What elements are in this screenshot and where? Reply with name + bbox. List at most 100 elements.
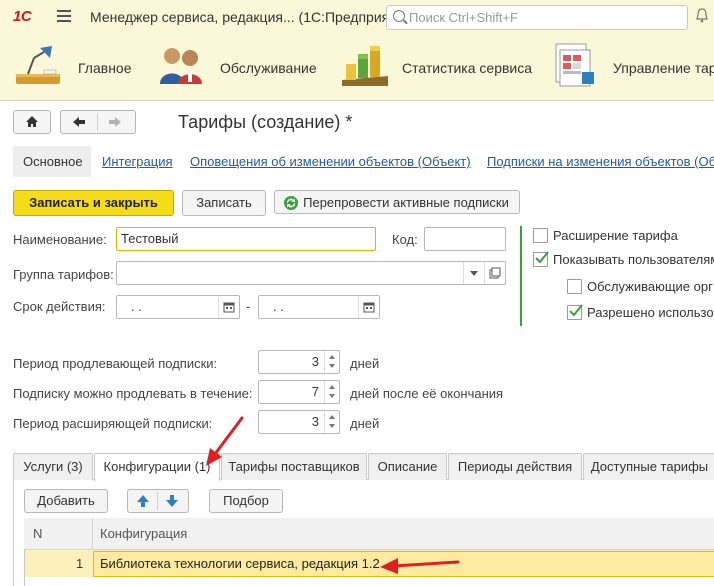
save-button[interactable]: Записать — [182, 190, 266, 216]
divider — [157, 492, 158, 510]
bell-icon[interactable] — [695, 8, 709, 23]
period-expand-label: Период расширяющей подписки: — [13, 416, 213, 431]
home-button[interactable] — [13, 110, 51, 134]
desk-lamp-icon — [16, 46, 60, 84]
move-buttons — [127, 489, 189, 513]
repost-label: Перепровести активные подписки — [303, 195, 509, 210]
1c-logo: 1С — [13, 8, 32, 25]
annotation-arrow-icon — [206, 416, 244, 466]
section-service[interactable]: Обслуживание — [156, 42, 326, 92]
dropdown-button[interactable] — [463, 262, 484, 284]
save-and-close-button[interactable]: Записать и закрыть — [13, 190, 174, 216]
annotation-arrow-icon — [380, 558, 460, 574]
column-config-label[interactable]: Конфигурация — [100, 526, 187, 541]
date-separator: - — [246, 299, 251, 314]
period-expand-spinner[interactable] — [324, 411, 339, 433]
name-value: Тестовый — [121, 231, 179, 246]
date-to-calendar-button[interactable] — [358, 296, 379, 318]
group-separator — [520, 226, 522, 326]
tab-description[interactable]: Описание — [368, 453, 447, 480]
renew-window-field[interactable]: 7 — [258, 380, 340, 404]
show-to-users-checkbox[interactable] — [533, 251, 549, 267]
tab-services[interactable]: Услуги (3) — [13, 453, 93, 480]
show-to-users-label: Показывать пользователям — [553, 252, 714, 267]
section-main[interactable]: Главное — [14, 42, 174, 92]
renew-window-unit: дней после её окончания — [350, 386, 504, 401]
section-main-label: Главное — [78, 60, 132, 76]
date-from-value: . . — [131, 299, 142, 314]
period-extend-spinner[interactable] — [324, 351, 339, 373]
calendar-icon — [223, 302, 235, 313]
open-button[interactable] — [484, 262, 505, 284]
renew-window-value: 7 — [311, 384, 319, 399]
period-expand-value: 3 — [311, 414, 319, 429]
tab-available-tariffs[interactable]: Доступные тарифы — [583, 453, 714, 480]
main-menu-icon[interactable] — [57, 10, 71, 23]
renew-window-spinner[interactable] — [324, 381, 339, 403]
section-service-label: Обслуживание — [220, 60, 317, 76]
move-up-icon[interactable] — [136, 494, 150, 508]
tab-validity-periods[interactable]: Периоды действия — [448, 453, 582, 480]
form-title: Тарифы (создание) * — [178, 112, 353, 132]
section-tariffs-label: Управление тари — [613, 60, 714, 76]
tab-integration[interactable]: Интеграция — [102, 154, 173, 169]
tariff-sheets-icon — [555, 43, 594, 87]
date-from-field[interactable]: . . — [116, 295, 240, 319]
tab-change-notifications[interactable]: Оповещения об изменении объектов (Объект… — [190, 154, 471, 169]
title-bar: 1С Менеджер сервиса, редакция... (1С:Пре… — [0, 0, 714, 35]
allowed-use-label: Разрешено использо — [587, 305, 714, 320]
section-stats-label: Статистика сервиса — [402, 60, 533, 76]
date-to-value: . . — [273, 299, 284, 314]
forward-arrow-icon[interactable] — [108, 116, 122, 128]
open-icon — [489, 267, 501, 279]
repost-subscriptions-button[interactable]: Перепровести активные подписки — [274, 190, 520, 214]
home-icon — [26, 116, 38, 127]
period-expand-field[interactable]: 3 — [258, 410, 340, 434]
select-button[interactable]: Подбор — [209, 489, 283, 513]
app-title: Менеджер сервиса, редакция... (1С:Предпр… — [90, 9, 416, 25]
validity-label: Срок действия: — [13, 299, 106, 314]
period-extend-value: 3 — [311, 354, 319, 369]
allowed-use-checkbox[interactable] — [567, 304, 583, 320]
date-from-calendar-button[interactable] — [218, 296, 239, 318]
divider — [97, 113, 98, 131]
tariff-extension-label: Расширение тарифа — [553, 228, 678, 243]
search-icon — [393, 10, 405, 22]
group-label: Группа тарифов: — [13, 267, 114, 282]
chevron-down-icon — [470, 271, 478, 276]
move-down-icon[interactable] — [165, 494, 179, 508]
tab-change-subscriptions[interactable]: Подписки на изменения объектов (Об — [487, 154, 714, 169]
period-extend-field[interactable]: 3 — [258, 350, 340, 374]
section-tariffs[interactable]: Управление тари — [552, 40, 714, 94]
repost-icon — [284, 196, 298, 210]
table-header: N Конфигурация — [24, 518, 714, 550]
checkmark-icon — [535, 251, 549, 264]
row-config-value: Библиотека технологии сервиса, редакция … — [100, 556, 380, 571]
code-label: Код: — [392, 232, 418, 247]
column-n-label: N — [33, 526, 43, 541]
search-placeholder: Поиск Ctrl+Shift+F — [409, 10, 518, 25]
period-extend-label: Период продлевающей подписки: — [13, 356, 218, 371]
date-to-field[interactable]: . . — [258, 295, 380, 319]
service-orgs-label: Обслуживающие орг — [587, 279, 713, 294]
group-field[interactable] — [116, 261, 506, 285]
name-field[interactable]: Тестовый — [116, 227, 376, 251]
history-nav — [60, 110, 136, 134]
row-number: 1 — [76, 556, 84, 571]
code-field[interactable] — [424, 227, 506, 251]
calendar-icon — [363, 302, 375, 313]
bar-chart-icon — [342, 46, 388, 86]
tab-main[interactable]: Основное — [23, 154, 83, 169]
back-arrow-icon[interactable] — [72, 116, 86, 128]
service-orgs-checkbox[interactable] — [567, 279, 582, 294]
checkmark-icon — [569, 304, 583, 317]
column-n[interactable]: N — [24, 518, 93, 549]
renew-window-label: Подписку можно продлевать в течение: — [13, 386, 253, 401]
add-button[interactable]: Добавить — [24, 489, 108, 513]
name-label: Наименование: — [13, 232, 107, 247]
global-search[interactable]: Поиск Ctrl+Shift+F — [386, 5, 688, 30]
tariff-extension-checkbox[interactable] — [533, 228, 548, 243]
section-stats[interactable]: Статистика сервиса — [340, 40, 540, 94]
sections-panel: Главное Обслуживание Статистика сервиса — [0, 34, 714, 101]
period-expand-unit: дней — [350, 416, 380, 431]
